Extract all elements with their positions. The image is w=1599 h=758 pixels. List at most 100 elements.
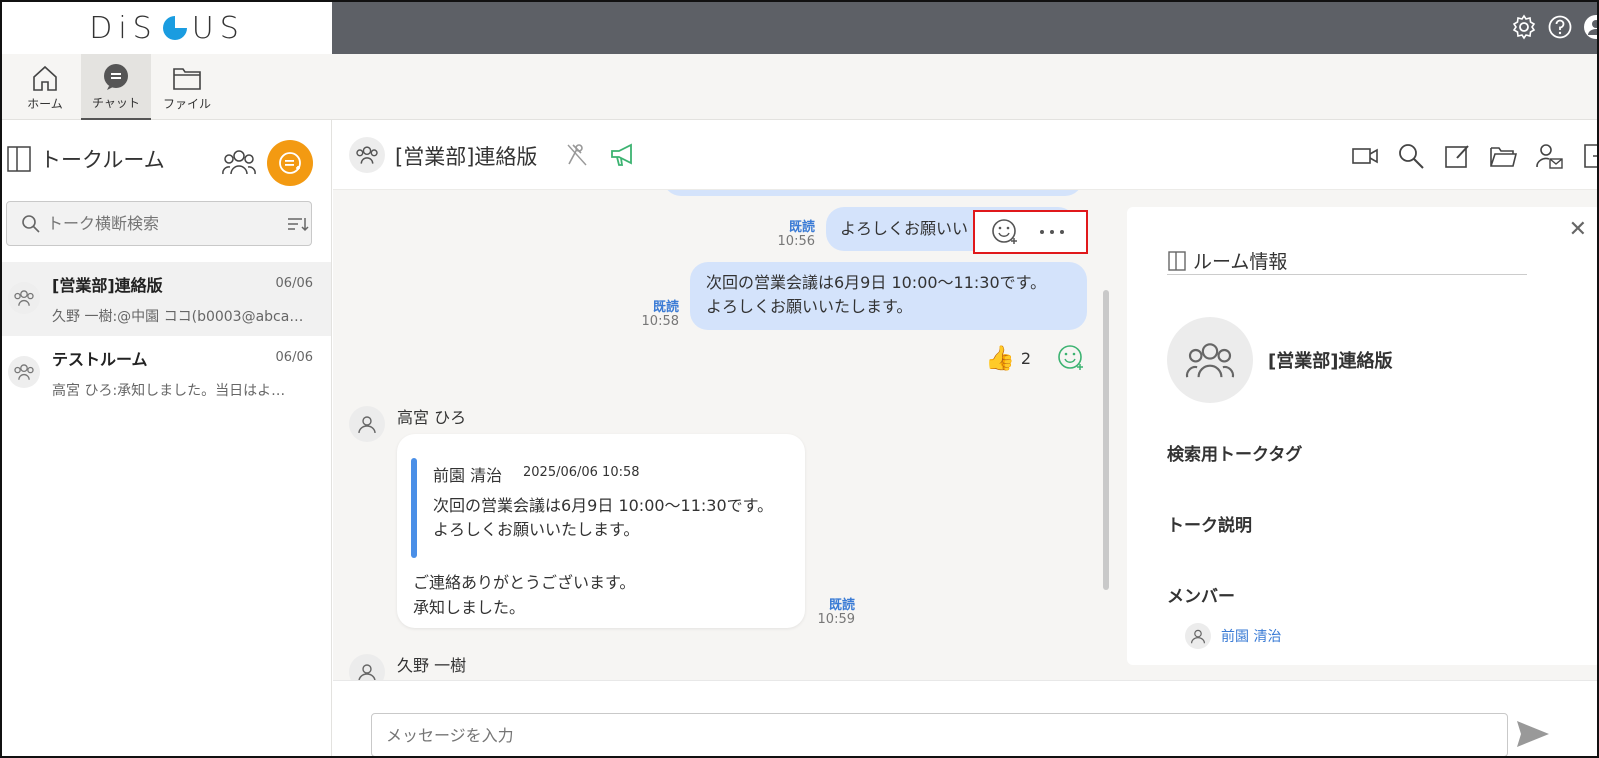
message-time: 10:59 bbox=[817, 612, 855, 627]
composer bbox=[333, 680, 1597, 756]
add-reaction-icon[interactable] bbox=[1057, 344, 1085, 372]
read-status: 既読 bbox=[652, 300, 679, 315]
top-bar bbox=[332, 2, 1597, 54]
new-chat-icon bbox=[279, 152, 301, 174]
quote-date: 2025/06/06 10:58 bbox=[523, 465, 640, 480]
description-label: トーク説明 bbox=[1167, 516, 1252, 536]
room-item[interactable]: テストルーム 06/06 高宮 ひろ:承知しました。当日はよ… bbox=[2, 336, 331, 410]
search-icon bbox=[22, 214, 40, 233]
room-list: [営業部]連絡版 06/06 久野 一樹:@中園 ココ(b0003@abca… … bbox=[2, 262, 331, 410]
help-icon[interactable] bbox=[1547, 14, 1573, 40]
room-preview: 久野 一樹:@中園 ココ(b0003@abca… bbox=[52, 309, 304, 325]
previous-message-bubble[interactable] bbox=[663, 190, 1083, 196]
thumbs-up-reaction[interactable]: 👍 bbox=[985, 344, 1015, 372]
quoted-text: 次回の営業会議は6月9日 10:00〜11:30です。 よろしくお願いいたします… bbox=[433, 494, 773, 542]
member-name: 前園 清治 bbox=[1221, 629, 1282, 645]
user-avatar-icon[interactable] bbox=[1583, 14, 1599, 40]
read-status: 既読 bbox=[828, 598, 855, 613]
read-status: 既読 bbox=[788, 220, 815, 235]
divider bbox=[1167, 274, 1527, 275]
talkroom-sidebar: トークルーム [営業部]連絡版 06/06 久野 一樹:@中園 ココ(b0003… bbox=[2, 120, 332, 756]
collapse-sidebar-icon[interactable] bbox=[6, 145, 32, 173]
room-avatar bbox=[8, 282, 40, 314]
exit-room-icon[interactable] bbox=[1581, 142, 1599, 170]
folder-open-icon[interactable] bbox=[1489, 142, 1517, 170]
discus-logo[interactable]: DiS US bbox=[89, 11, 245, 46]
message-text-line: よろしくお願いいたします。 bbox=[706, 297, 913, 316]
user-icon bbox=[358, 416, 376, 434]
sender-name: 高宮 ひろ bbox=[397, 408, 467, 427]
new-talk-button[interactable] bbox=[267, 140, 313, 186]
sender-avatar[interactable] bbox=[349, 654, 385, 680]
quoted-text-line: 次回の営業会議は6月9日 10:00〜11:30です。 bbox=[433, 496, 774, 515]
message-time: 10:56 bbox=[777, 234, 815, 249]
member-mail-icon[interactable] bbox=[1535, 142, 1563, 170]
megaphone-icon[interactable] bbox=[609, 142, 637, 168]
unpin-icon[interactable] bbox=[565, 142, 589, 168]
nav-chat-label: チャット bbox=[92, 95, 140, 110]
message-scrollbar[interactable] bbox=[1103, 290, 1109, 590]
close-icon[interactable]: ✕ bbox=[1569, 217, 1587, 242]
more-options-icon[interactable] bbox=[1039, 228, 1065, 236]
video-call-icon[interactable] bbox=[1351, 142, 1379, 170]
group-icon bbox=[356, 146, 378, 164]
sidebar-title: トークルーム bbox=[40, 148, 165, 172]
chat-header: [営業部]連絡版 bbox=[333, 120, 1599, 190]
room-info-name: [営業部]連絡版 bbox=[1268, 351, 1393, 372]
user-icon bbox=[358, 664, 376, 680]
add-reaction-icon[interactable] bbox=[991, 218, 1019, 246]
logo-text-right: US bbox=[191, 10, 245, 46]
nav-home[interactable]: ホーム bbox=[10, 54, 80, 120]
group-icon bbox=[1185, 343, 1235, 378]
member-avatar bbox=[1185, 623, 1211, 649]
quote-bar bbox=[411, 458, 417, 558]
user-icon bbox=[1191, 629, 1205, 644]
quote-author: 前園 清治 bbox=[433, 466, 503, 485]
room-info-header: ルーム情報 bbox=[1167, 247, 1287, 274]
folder-icon bbox=[173, 67, 201, 90]
talk-search-box[interactable] bbox=[6, 201, 312, 246]
chat-room-avatar bbox=[349, 137, 385, 173]
quoted-text-line: よろしくお願いいたします。 bbox=[433, 520, 640, 539]
nav-chat[interactable]: チャット bbox=[81, 54, 151, 120]
message-text-line: 次回の営業会議は6月9日 10:00〜11:30です。 bbox=[706, 273, 1047, 292]
message-input[interactable] bbox=[371, 713, 1508, 756]
reaction-bar: 👍 2 bbox=[985, 344, 1085, 372]
reaction-count: 2 bbox=[1020, 348, 1032, 368]
sender-avatar[interactable] bbox=[349, 406, 385, 442]
send-icon[interactable] bbox=[1515, 719, 1551, 749]
message-text: ご連絡ありがとうございます。 承知しました。 bbox=[413, 570, 635, 620]
app-window: DiS US ホーム チャット ファイル トークルーム トーク横断検索 [営業部… bbox=[0, 0, 1599, 758]
gear-icon[interactable] bbox=[1511, 14, 1537, 40]
message-bubble[interactable]: 前園 清治 2025/06/06 10:58 次回の営業会議は6月9日 10:0… bbox=[397, 434, 805, 628]
tag-label: 検索用トークタグ bbox=[1167, 445, 1303, 465]
message-bubble[interactable]: 次回の営業会議は6月9日 10:00〜11:30です。 よろしくお願いいたします… bbox=[690, 262, 1087, 330]
room-info-title: ルーム情報 bbox=[1193, 251, 1288, 273]
message-text-line: 承知しました。 bbox=[413, 598, 526, 617]
search-icon[interactable] bbox=[1397, 142, 1425, 170]
room-info-avatar bbox=[1167, 317, 1253, 403]
message-text-line: ご連絡ありがとうございます。 bbox=[413, 573, 636, 592]
sort-icon[interactable] bbox=[287, 216, 309, 232]
chat-room-title: [営業部]連絡版 bbox=[395, 145, 538, 169]
group-icon bbox=[14, 364, 34, 380]
logo-area: DiS US bbox=[2, 2, 332, 54]
member-item[interactable]: 前園 清治 bbox=[1185, 623, 1281, 649]
room-date: 06/06 bbox=[275, 350, 313, 365]
message-text: よろしくお願いい bbox=[840, 219, 969, 238]
message-list[interactable]: 既読 10:56 よろしくお願いい 既読 10:58 次回の営業会議は6月9日 … bbox=[333, 190, 1112, 680]
nav-files[interactable]: ファイル bbox=[152, 54, 222, 120]
room-item[interactable]: [営業部]連絡版 06/06 久野 一樹:@中園 ココ(b0003@abca… bbox=[2, 262, 331, 336]
room-door-icon bbox=[1168, 250, 1186, 271]
room-avatar bbox=[8, 356, 40, 388]
nav-home-label: ホーム bbox=[27, 96, 63, 111]
logo-mark-icon bbox=[162, 16, 187, 40]
chat-icon bbox=[104, 63, 128, 90]
edit-note-icon[interactable] bbox=[1443, 142, 1471, 170]
group-icon[interactable] bbox=[222, 148, 256, 176]
message-time: 10:58 bbox=[641, 314, 679, 329]
nav-files-label: ファイル bbox=[162, 96, 211, 111]
talk-search-input[interactable] bbox=[47, 214, 277, 233]
room-preview: 高宮 ひろ:承知しました。当日はよ… bbox=[52, 383, 286, 399]
group-icon bbox=[14, 290, 34, 306]
